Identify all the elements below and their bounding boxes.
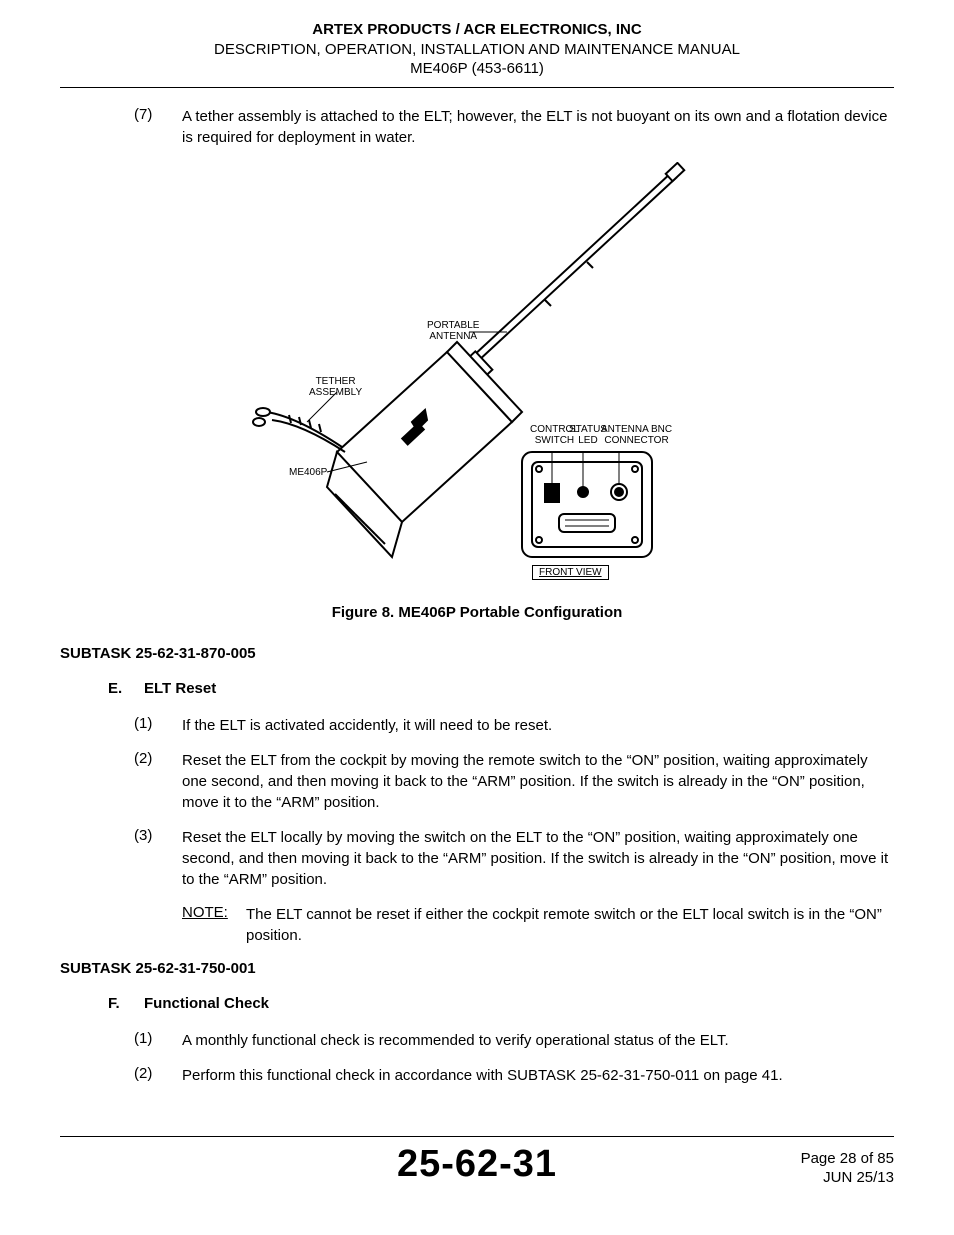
page-header: ARTEX PRODUCTS / ACR ELECTRONICS, INC DE… [60,20,894,88]
list-item: (2) Perform this functional check in acc… [60,1065,894,1086]
item-text: Perform this functional check in accorda… [182,1065,894,1086]
label-antenna-bnc: ANTENNA BNC CONNECTOR [601,424,672,446]
note-body: The ELT cannot be reset if either the co… [236,904,894,946]
item-text: A tether assembly is attached to the ELT… [182,106,894,148]
label-front-view: FRONT VIEW [532,565,609,580]
diagram-me406p-portable: PORTABLE ANTENNA TETHER ASSEMBLY ME406P … [247,162,707,592]
item-number: (1) [60,1030,182,1051]
subtask-heading: SUBTASK 25-62-31-750-001 [60,960,894,977]
list-item: (3) Reset the ELT locally by moving the … [60,827,894,890]
footer-code: 25-62-31 [260,1143,694,1186]
label-portable-antenna: PORTABLE ANTENNA [427,320,479,342]
list-item: (7) A tether assembly is attached to the… [60,106,894,148]
item-number: (3) [60,827,182,890]
subtask-heading: SUBTASK 25-62-31-870-005 [60,645,894,662]
section-title: Functional Check [144,995,894,1012]
label-tether-assembly: TETHER ASSEMBLY [309,376,362,398]
item-number: (7) [60,106,182,148]
section-letter: E. [60,680,144,697]
list-item: (2) Reset the ELT from the cockpit by mo… [60,750,894,813]
item-text: A monthly functional check is recommende… [182,1030,894,1051]
list-item: (1) If the ELT is activated accidently, … [60,715,894,736]
page-footer: 25-62-31 Page 28 of 85 JUN 25/13 [60,1136,894,1188]
item-number: (2) [60,750,182,813]
item-number: (2) [60,1065,182,1086]
note-block: NOTE: The ELT cannot be reset if either … [60,904,894,946]
section-letter: F. [60,995,144,1012]
section-heading: F. Functional Check [60,995,894,1012]
section-title: ELT Reset [144,680,894,697]
list-item: (1) A monthly functional check is recomm… [60,1030,894,1051]
footer-date: JUN 25/13 [694,1168,894,1188]
figure-container: PORTABLE ANTENNA TETHER ASSEMBLY ME406P … [60,162,894,592]
item-text: Reset the ELT locally by moving the swit… [182,827,894,890]
header-company: ARTEX PRODUCTS / ACR ELECTRONICS, INC [60,20,894,40]
item-text: Reset the ELT from the cockpit by moving… [182,750,894,813]
figure-caption: Figure 8. ME406P Portable Configuration [60,604,894,621]
footer-right: Page 28 of 85 JUN 25/13 [694,1143,894,1188]
header-manual-title: DESCRIPTION, OPERATION, INSTALLATION AND… [60,40,894,60]
footer-page-number: Page 28 of 85 [694,1149,894,1169]
item-text: If the ELT is activated accidently, it w… [182,715,894,736]
section-heading: E. ELT Reset [60,680,894,697]
header-model: ME406P (453-6611) [60,59,894,79]
label-me406p: ME406P [289,467,327,478]
note-label: NOTE: [60,904,236,946]
document-page: ARTEX PRODUCTS / ACR ELECTRONICS, INC DE… [0,0,954,1235]
item-number: (1) [60,715,182,736]
